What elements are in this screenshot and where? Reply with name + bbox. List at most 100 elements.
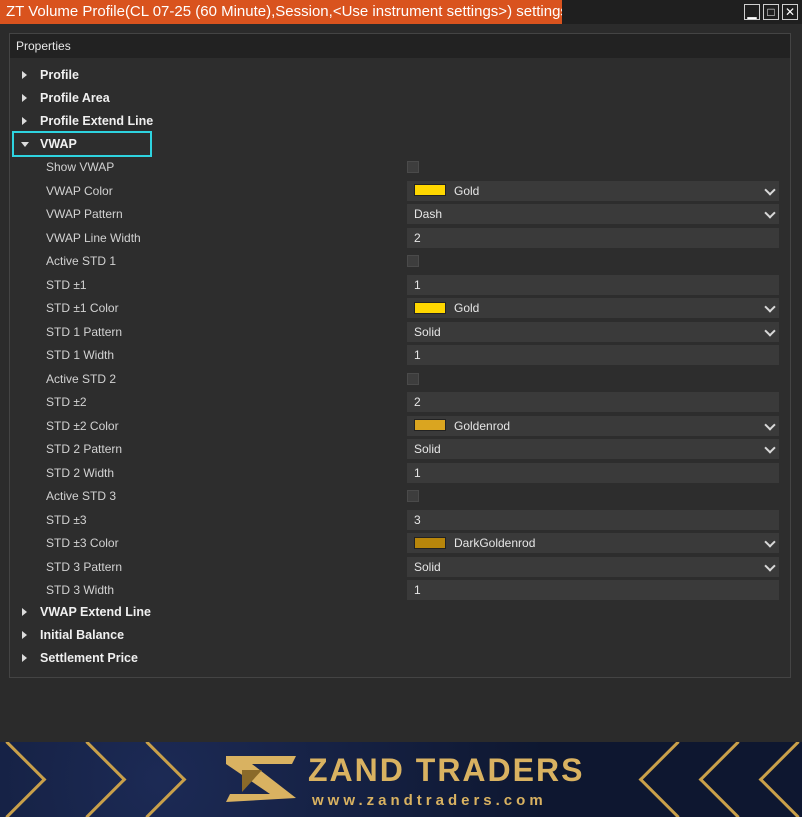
chevron-down-icon[interactable] [765,439,775,459]
section-label: VWAP Extend Line [40,605,151,619]
field-value: 1 [414,348,421,362]
property-label: VWAP Pattern [46,207,123,221]
property-label: STD 2 Width [46,465,115,480]
section-profile[interactable]: Profile [10,64,790,86]
property-label: VWAP Line Width [46,230,141,245]
expand-arrow-icon[interactable] [22,94,27,102]
section-vwap[interactable]: VWAP [10,131,790,157]
section-settlement-price[interactable]: Settlement Price [10,647,790,669]
property-row: Active STD 3 [10,485,790,507]
expand-arrow-icon[interactable] [22,631,27,639]
property-label: STD ±2 Color [46,418,119,433]
property-row: STD ±3 Color DarkGoldenrod [10,532,790,554]
color-value: Gold [454,183,480,198]
value-input[interactable]: 1 [407,580,779,600]
property-label: STD 2 Pattern [46,442,123,456]
field-value: 1 [414,583,421,597]
chevron-down-icon[interactable] [765,322,775,342]
field-value: Solid [414,324,441,339]
maximize-button[interactable]: □ [763,4,779,20]
property-row: STD 2 Pattern Solid [10,438,790,460]
field-value: Solid [414,442,441,456]
property-checkbox[interactable] [407,161,419,173]
property-label: STD ±3 [46,512,87,527]
expand-arrow-icon[interactable] [22,117,27,125]
pattern-select[interactable]: Solid [407,439,779,459]
color-value: Goldenrod [454,418,511,433]
property-label: Active STD 3 [46,489,117,503]
property-checkbox[interactable] [407,255,419,267]
property-row: STD 1 Pattern Solid [10,321,790,343]
color-select[interactable]: Gold [407,180,779,201]
chevron-down-icon[interactable] [765,181,775,201]
value-input[interactable]: 2 [407,227,779,248]
property-checkbox[interactable] [407,490,419,502]
expand-arrow-icon[interactable] [22,71,27,79]
value-input[interactable]: 1 [407,274,779,295]
section-label: VWAP [40,137,77,151]
color-select[interactable]: Gold [407,298,779,318]
field-value: 1 [414,465,421,480]
field-value: Solid [414,559,441,574]
section-label: Profile [40,68,79,82]
property-row: Active STD 2 [10,368,790,390]
section-profile-area[interactable]: Profile Area [10,87,790,109]
color-value: DarkGoldenrod [454,536,536,550]
brand-url: www.zandtraders.com [312,792,547,809]
chevron-down-icon[interactable] [765,533,775,553]
value-input[interactable]: 3 [407,509,779,530]
property-label: Active STD 2 [46,371,117,386]
collapse-arrow-icon[interactable] [21,142,29,147]
color-value: Gold [454,301,480,315]
value-input[interactable]: 1 [407,345,779,365]
pattern-select[interactable]: Solid [407,556,779,577]
section-vwap-extend-line[interactable]: VWAP Extend Line [10,601,790,623]
section-initial-balance[interactable]: Initial Balance [10,624,790,646]
property-row: STD 3 Width 1 [10,579,790,601]
brand-name: ZAND TRADERS [308,752,585,788]
property-checkbox[interactable] [407,372,419,385]
color-select[interactable]: Goldenrod [407,415,779,436]
property-label: VWAP Color [46,183,113,198]
property-row: STD 3 Pattern Solid [10,556,790,578]
color-swatch [414,536,446,549]
properties-header: Properties [10,34,790,58]
section-label: Settlement Price [40,651,138,665]
value-input[interactable]: 2 [407,392,779,412]
field-value: Dash [414,207,443,221]
property-row: Active STD 1 [10,250,790,272]
property-row: STD ±1 Color Gold [10,297,790,319]
value-input[interactable]: 1 [407,462,779,483]
color-swatch [414,184,446,197]
property-row: Show VWAP [10,156,790,178]
property-label: STD ±1 [46,277,87,292]
chevron-down-icon[interactable] [765,204,775,224]
highlight-box [12,131,152,157]
brand-banner: ZAND TRADERS www.zandtraders.com [0,742,802,817]
section-label: Profile Extend Line [40,114,154,128]
property-row: STD ±1 1 [10,274,790,296]
section-label: Profile Area [40,91,110,105]
property-row: STD ±3 3 [10,509,790,531]
section-label: Initial Balance [40,628,125,642]
property-row: STD 2 Width 1 [10,462,790,484]
pattern-select[interactable]: Dash [407,204,779,224]
minimize-button[interactable]: ▁ [744,4,760,20]
property-label: STD ±2 [46,395,87,409]
color-swatch [414,301,446,314]
chevron-down-icon[interactable] [765,298,775,318]
chevron-down-icon[interactable] [765,557,775,577]
color-select[interactable]: DarkGoldenrod [407,533,779,553]
zand-logo-icon [226,756,296,802]
pattern-select[interactable]: Solid [407,321,779,342]
chevron-down-icon[interactable] [765,416,775,436]
property-label: Show VWAP [46,160,115,174]
section-profile-extend-line[interactable]: Profile Extend Line [10,110,790,132]
color-swatch [414,419,446,432]
property-label: STD 1 Width [46,348,115,362]
close-button[interactable]: ✕ [782,4,798,20]
expand-arrow-icon[interactable] [22,608,27,616]
property-row: VWAP Line Width 2 [10,227,790,249]
expand-arrow-icon[interactable] [22,654,27,662]
property-label: STD 3 Pattern [46,559,123,574]
